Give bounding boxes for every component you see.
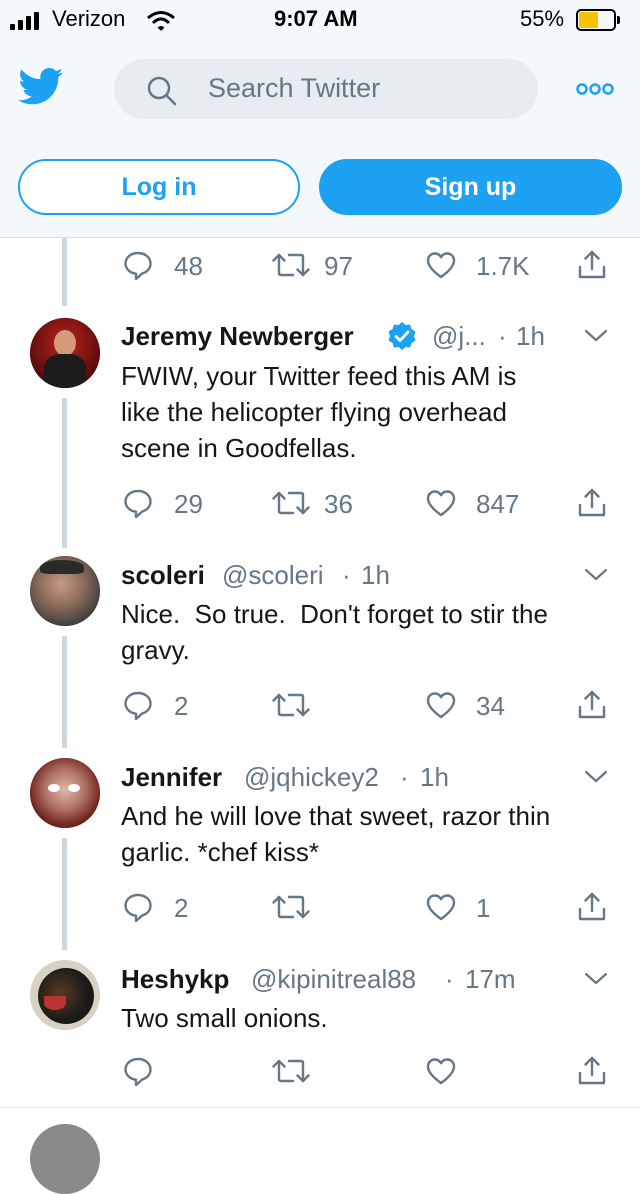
thread-line	[62, 838, 67, 950]
like-icon[interactable]	[425, 689, 457, 721]
search-placeholder: Search Twitter	[208, 73, 381, 103]
tweet-text: Nice. So true. Don't forget to stir the …	[121, 599, 548, 665]
retweet-icon[interactable]	[271, 487, 311, 519]
avatar[interactable]	[30, 556, 100, 626]
divider	[0, 1107, 640, 1108]
more-options-icon[interactable]	[576, 82, 614, 96]
wifi-icon	[147, 11, 175, 31]
avatar[interactable]	[30, 1124, 100, 1194]
like-count: 1.7K	[476, 251, 530, 281]
verified-badge-icon	[388, 322, 416, 350]
reply-icon[interactable]	[122, 891, 154, 923]
tweet-text: FWIW, your Twitter feed this AM is like …	[121, 361, 517, 463]
reply-count: 29	[174, 489, 203, 519]
reply-icon[interactable]	[122, 249, 154, 281]
status-bar: Verizon 9:07 AM 55%	[0, 0, 640, 40]
thread-line	[62, 636, 67, 748]
avatar[interactable]	[30, 960, 100, 1030]
like-icon[interactable]	[425, 1055, 457, 1087]
timestamp[interactable]: 1h	[361, 560, 390, 591]
clock: 9:07 AM	[274, 6, 358, 31]
carrier-label: Verizon	[52, 6, 126, 31]
like-count: 34	[476, 691, 505, 721]
display-name[interactable]: scoleri	[121, 560, 205, 591]
timestamp[interactable]: 17m	[465, 964, 516, 995]
timestamp[interactable]: 1h	[420, 762, 449, 793]
display-name[interactable]: Jeremy Newberger	[121, 321, 354, 352]
chevron-down-icon[interactable]	[584, 568, 608, 582]
signup-button[interactable]: Sign up	[319, 159, 622, 215]
reply-icon[interactable]	[122, 487, 154, 519]
retweet-icon[interactable]	[271, 689, 311, 721]
meta-separator: ·	[342, 560, 351, 590]
retweet-count: 36	[324, 489, 353, 519]
like-icon[interactable]	[425, 891, 457, 923]
twitter-logo-icon[interactable]	[18, 68, 64, 106]
search-input[interactable]: Search Twitter	[114, 59, 538, 119]
handle[interactable]: @scoleri	[222, 560, 324, 591]
like-icon[interactable]	[425, 487, 457, 519]
reply-count: 2	[174, 893, 189, 923]
signal-icon	[10, 12, 46, 30]
meta-separator: ·	[498, 321, 507, 351]
thread-line	[62, 398, 67, 548]
chevron-down-icon[interactable]	[584, 972, 608, 986]
login-button[interactable]: Log in	[18, 159, 300, 215]
thread-line	[62, 238, 67, 306]
battery-icon	[576, 9, 620, 31]
share-icon[interactable]	[576, 891, 608, 923]
tweet-text: Two small onions.	[121, 1003, 328, 1033]
reply-icon[interactable]	[122, 689, 154, 721]
like-count: 1	[476, 893, 491, 923]
chevron-down-icon[interactable]	[584, 770, 608, 784]
display-name[interactable]: Jennifer	[121, 762, 222, 793]
like-count: 847	[476, 489, 520, 519]
avatar[interactable]	[30, 318, 100, 388]
handle[interactable]: @j...	[432, 321, 486, 352]
chevron-down-icon[interactable]	[584, 329, 608, 343]
share-icon[interactable]	[576, 689, 608, 721]
share-icon[interactable]	[576, 487, 608, 519]
reply-icon[interactable]	[122, 1055, 154, 1087]
meta-separator: ·	[400, 762, 409, 792]
retweet-icon[interactable]	[271, 891, 311, 923]
reply-count: 2	[174, 691, 189, 721]
display-name[interactable]: Heshykp	[121, 964, 229, 995]
header: Search Twitter Log in Sign up	[0, 40, 640, 238]
avatar[interactable]	[30, 758, 100, 828]
share-icon[interactable]	[576, 1055, 608, 1087]
meta-separator: ·	[445, 964, 454, 994]
handle[interactable]: @kipinitreal88	[251, 964, 416, 995]
retweet-icon[interactable]	[271, 1055, 311, 1087]
timestamp[interactable]: 1h	[516, 321, 545, 352]
like-icon[interactable]	[425, 249, 457, 281]
reply-count: 48	[174, 251, 203, 281]
retweet-count: 97	[324, 251, 353, 281]
battery-percent: 55%	[520, 6, 565, 31]
share-icon[interactable]	[576, 249, 608, 281]
search-icon	[147, 76, 177, 106]
tweet-text: And he will love that sweet, razor thin …	[121, 801, 551, 867]
retweet-icon[interactable]	[271, 249, 311, 281]
handle[interactable]: @jqhickey2	[244, 762, 379, 793]
